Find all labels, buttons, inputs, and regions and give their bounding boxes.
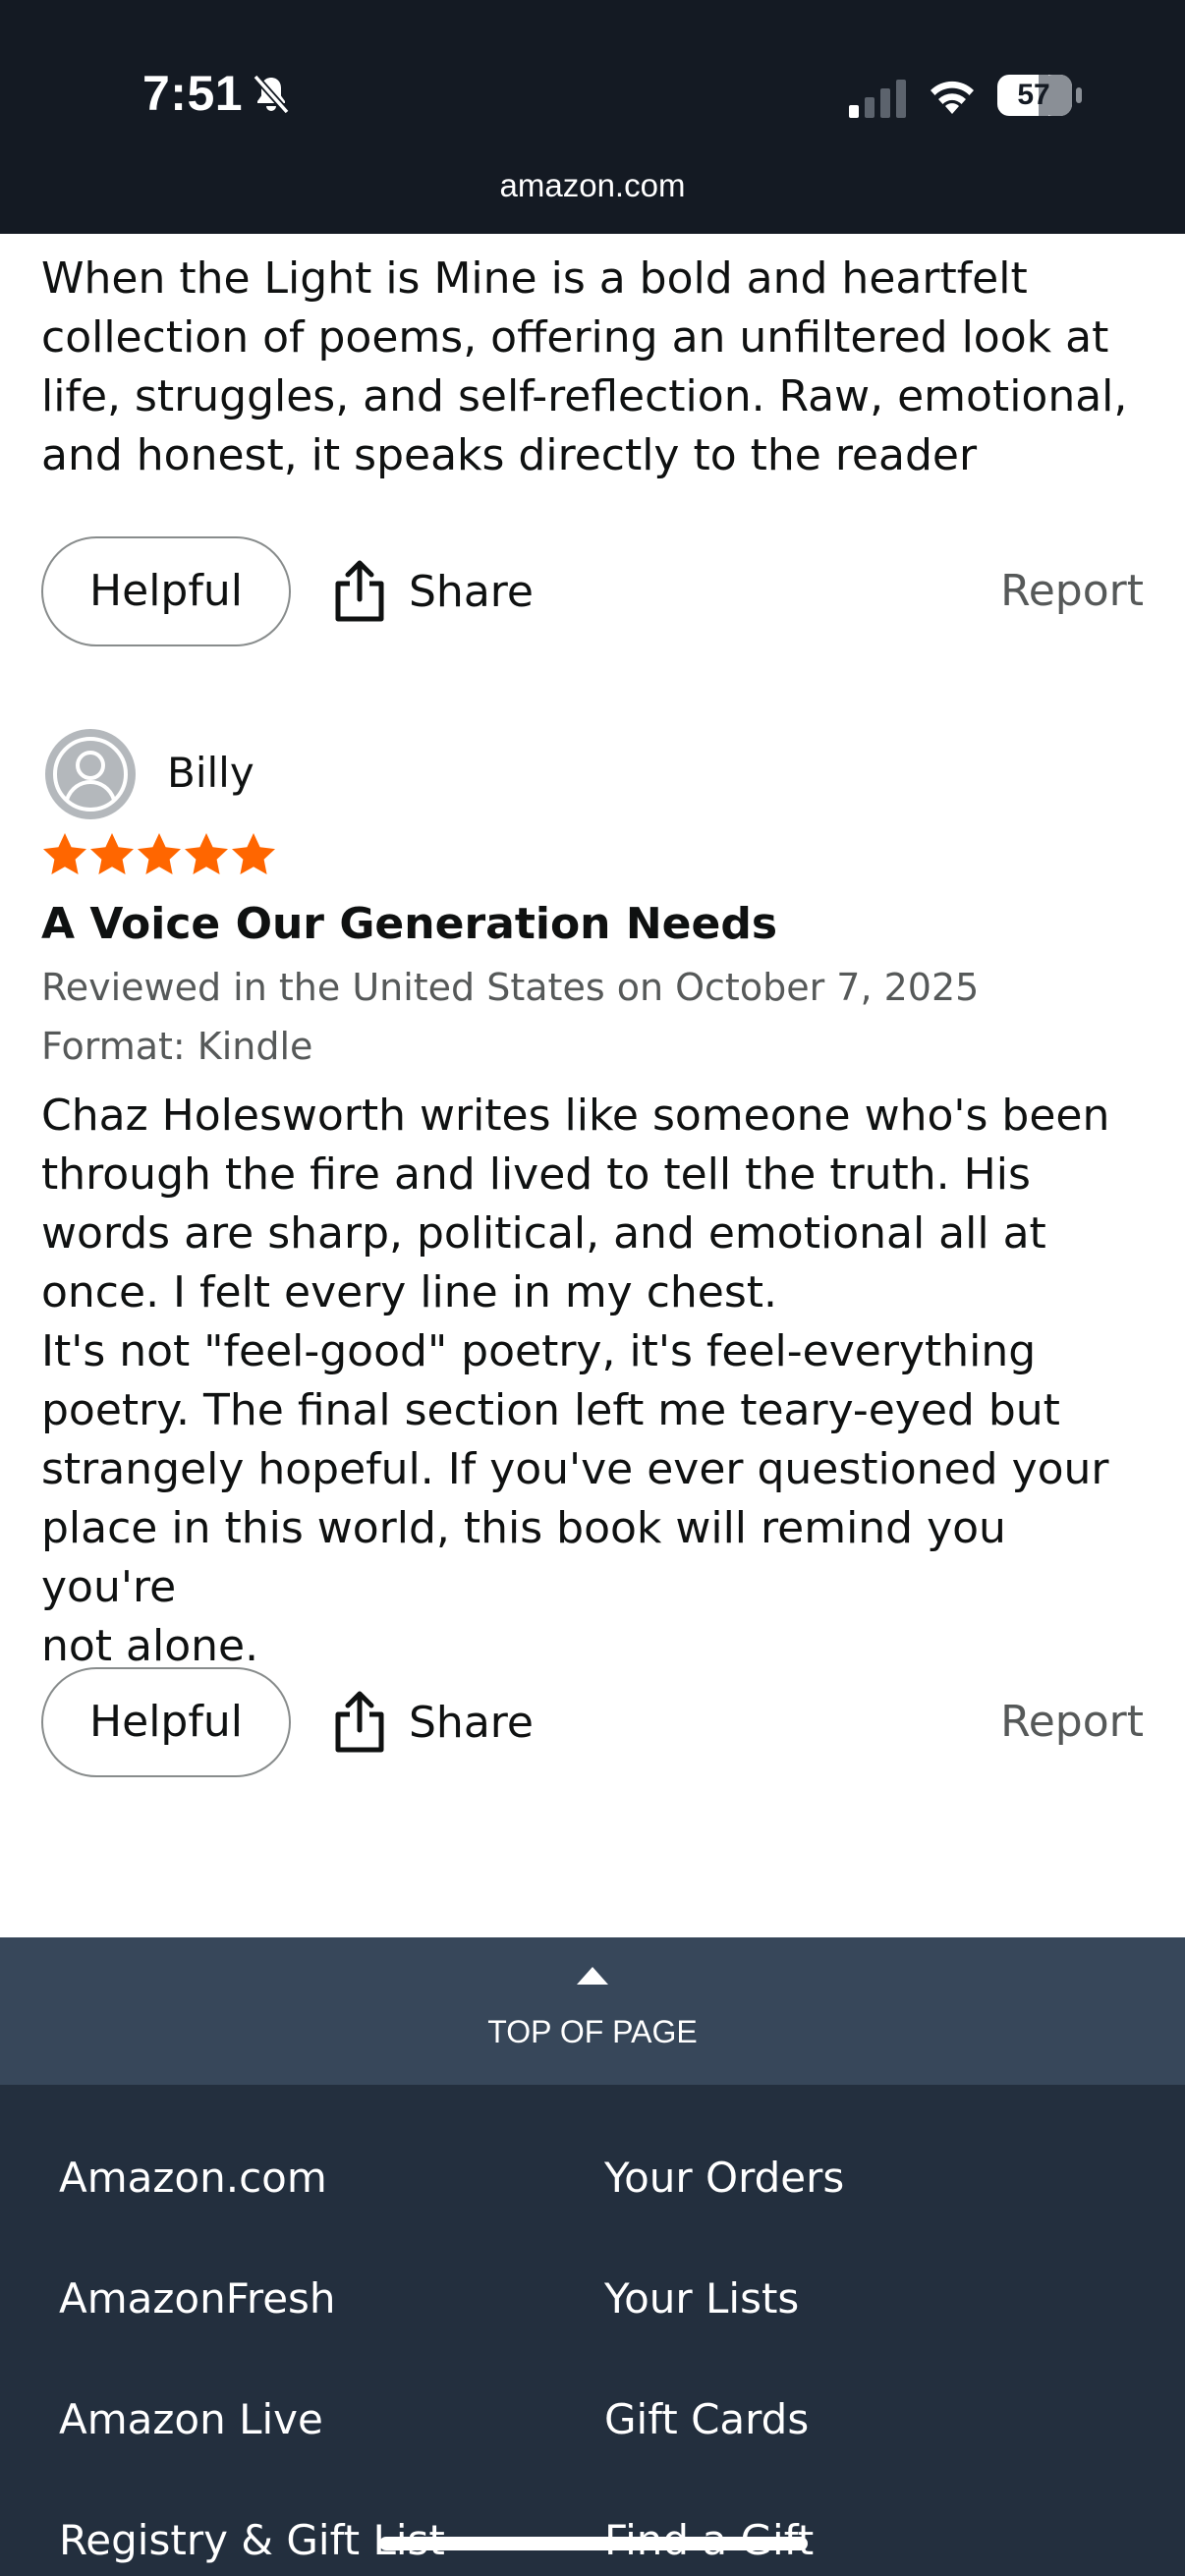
helpful-button[interactable]: Helpful <box>41 536 291 646</box>
avatar <box>45 729 136 819</box>
star-icon <box>232 833 275 874</box>
footer-link-amazonfresh[interactable]: AmazonFresh <box>59 2274 336 2323</box>
footer-link-amazon-live[interactable]: Amazon Live <box>59 2395 323 2443</box>
footer-link-gift-cards[interactable]: Gift Cards <box>604 2395 809 2443</box>
report-link[interactable]: Report <box>1000 1667 1144 1777</box>
top-of-page-label: TOP OF PAGE <box>487 2014 698 2049</box>
star-rating <box>41 831 277 880</box>
star-icon <box>90 833 134 874</box>
footer-link-your-orders[interactable]: Your Orders <box>604 2154 844 2202</box>
star-icon <box>138 833 181 874</box>
footer-links: Amazon.com AmazonFresh Amazon Live Regis… <box>0 2085 1185 2576</box>
review-title: A Voice Our Generation Needs <box>41 899 778 949</box>
review-body: Chaz Holesworth writes like someone who'… <box>41 1091 1110 1671</box>
caret-up-icon <box>577 1967 608 1985</box>
share-label: Share <box>409 1697 534 1748</box>
cellular-signal-icon <box>849 80 906 118</box>
status-bar: 7:51 57 amazon.com <box>0 0 1185 234</box>
review-format: Format: Kindle <box>41 1025 313 1068</box>
footer-link-amazon[interactable]: Amazon.com <box>59 2154 327 2202</box>
home-indicator[interactable] <box>379 2537 808 2550</box>
review-body: When the Light is Mine is a bold and hea… <box>41 253 1128 480</box>
reviewer-name[interactable]: Billy <box>167 749 254 797</box>
share-icon <box>335 1691 384 1753</box>
helpful-button[interactable]: Helpful <box>41 1667 291 1777</box>
url-bar[interactable]: amazon.com <box>0 167 1185 204</box>
share-button[interactable]: Share <box>332 1667 534 1777</box>
top-of-page-button[interactable]: TOP OF PAGE <box>0 1937 1185 2085</box>
bell-muted-icon <box>253 74 290 115</box>
status-time: 7:51 <box>142 66 244 121</box>
share-button[interactable]: Share <box>332 536 534 646</box>
wifi-icon <box>931 81 974 114</box>
battery-level: 57 <box>1017 79 1050 111</box>
share-icon <box>335 560 384 622</box>
report-link[interactable]: Report <box>1000 536 1144 646</box>
footer-link-your-lists[interactable]: Your Lists <box>604 2274 799 2323</box>
star-icon <box>185 833 228 874</box>
review-date: Reviewed in the United States on October… <box>41 966 980 1009</box>
star-icon <box>43 833 86 874</box>
share-label: Share <box>409 566 534 617</box>
